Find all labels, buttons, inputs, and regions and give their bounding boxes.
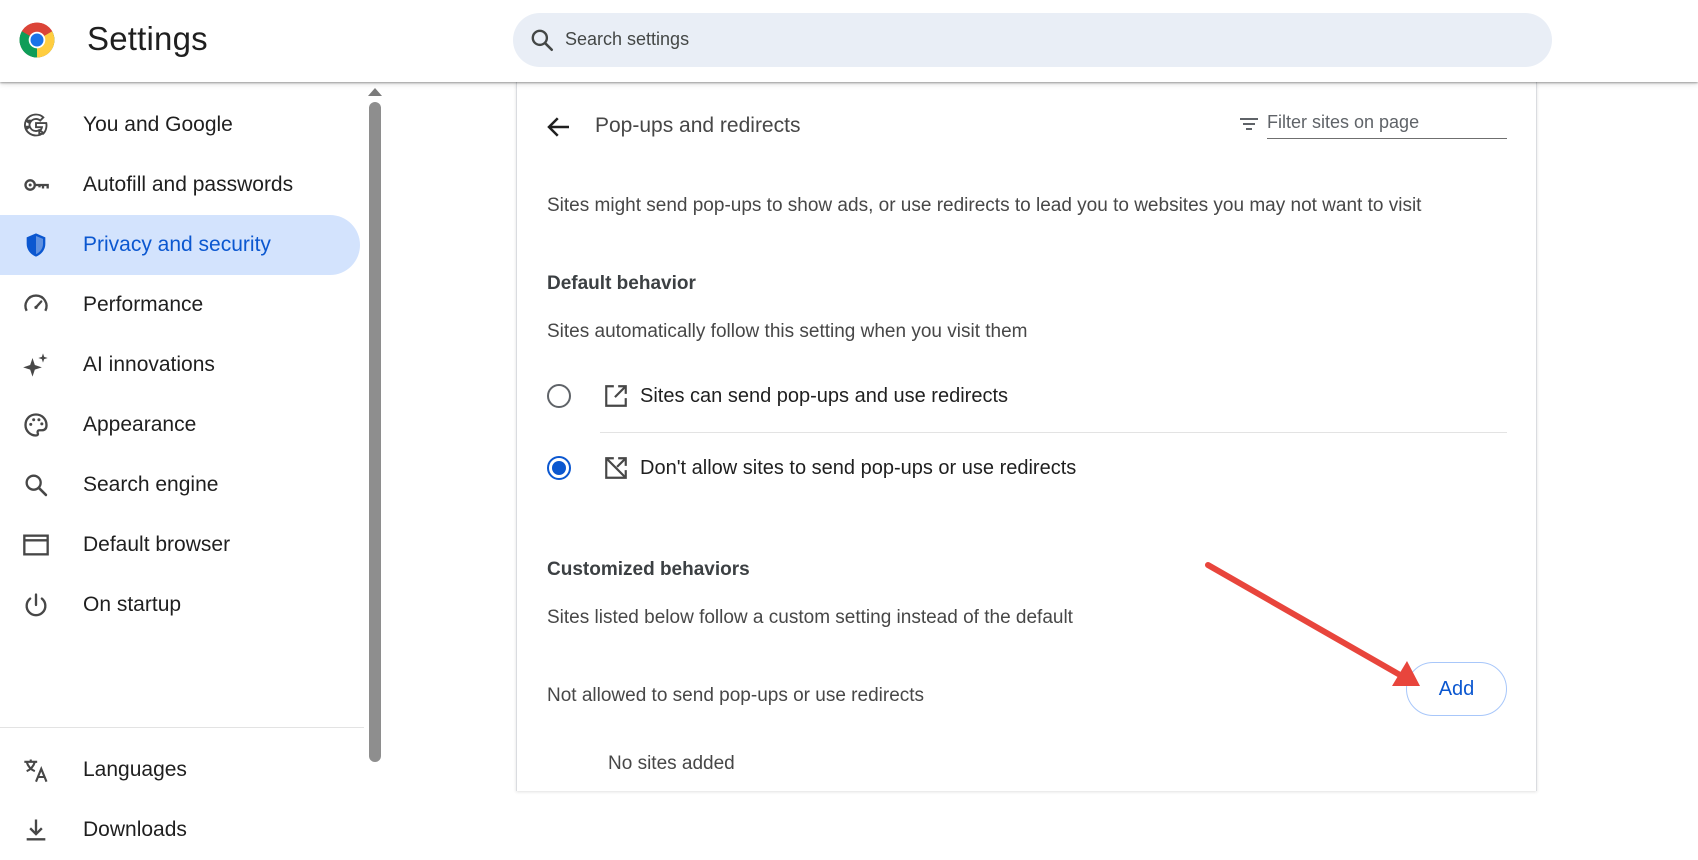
add-site-button[interactable]: Add [1406, 662, 1507, 716]
sidebar-item-label: Languages [83, 758, 187, 781]
sidebar-item-ai-innovations[interactable]: AI innovations [0, 335, 360, 395]
sidebar-item-default-browser[interactable]: Default browser [0, 515, 360, 575]
sidebar-item-label: On startup [83, 593, 182, 616]
sidebar-item-label: Downloads [83, 818, 187, 841]
option-block-label[interactable]: Don't allow sites to send pop-ups or use… [640, 457, 1076, 480]
google-g-icon [23, 113, 48, 137]
filter-icon [1240, 118, 1258, 130]
option-divider [600, 432, 1507, 433]
sidebar-item-label: Performance [83, 293, 204, 316]
filter-placeholder: Filter sites on page [1267, 112, 1420, 132]
option-allow-label[interactable]: Sites can send pop-ups and use redirects [640, 385, 1008, 408]
palette-icon [24, 413, 48, 437]
customized-behaviors-heading: Customized behaviors [547, 559, 750, 580]
pop-ups-settings-card: Pop-ups and redirects Filter sites on pa… [516, 82, 1537, 791]
sidebar-item-autofill[interactable]: Autofill and passwords [0, 155, 360, 215]
scrollbar-thumb[interactable] [369, 102, 381, 762]
sidebar-item-label: Autofill and passwords [83, 173, 294, 196]
translate-icon [24, 759, 48, 783]
sidebar-item-you-and-google[interactable]: You and Google [0, 95, 360, 155]
sparkle-icon [23, 353, 48, 377]
default-behavior-subtext: Sites automatically follow this setting … [547, 321, 1028, 342]
sidebar-item-label: Appearance [83, 413, 197, 436]
sidebar: You and Google Autofill and passwords Pr… [0, 82, 382, 841]
top-bar: Settings Search settings [0, 0, 1698, 82]
sidebar-item-on-startup[interactable]: On startup [0, 575, 360, 635]
default-behavior-heading: Default behavior [547, 273, 696, 294]
not-allowed-list-label: Not allowed to send pop-ups or use redir… [547, 685, 925, 706]
sidebar-item-privacy-and-security[interactable]: Privacy and security [0, 215, 360, 275]
search-icon [25, 474, 48, 497]
page-title: Pop-ups and redirects [595, 114, 801, 137]
empty-list-text: No sites added [608, 753, 735, 774]
sidebar-item-label: Privacy and security [83, 233, 271, 256]
sidebar-scrollbar[interactable] [366, 82, 384, 791]
filter-underline [1267, 138, 1507, 139]
download-icon [26, 819, 46, 841]
power-icon [25, 593, 47, 617]
app-title: Settings [87, 20, 208, 57]
open-in-new-icon [605, 385, 627, 407]
open-in-new-off-icon [605, 457, 627, 479]
sidebar-item-performance[interactable]: Performance [0, 275, 360, 335]
sidebar-item-downloads[interactable]: Downloads [0, 800, 360, 860]
shield-icon [26, 233, 46, 257]
sidebar-item-search-engine[interactable]: Search engine [0, 455, 360, 515]
sidebar-item-label: Default browser [83, 533, 231, 556]
radio-block-popups[interactable] [547, 456, 571, 480]
sidebar-item-label: AI innovations [83, 353, 215, 376]
sidebar-item-label: You and Google [83, 113, 233, 136]
back-arrow-icon[interactable] [544, 112, 574, 142]
radio-allow-popups[interactable] [547, 384, 571, 408]
search-icon [531, 29, 554, 52]
sidebar-item-appearance[interactable]: Appearance [0, 395, 360, 455]
customized-behaviors-subtext: Sites listed below follow a custom setti… [547, 607, 1073, 628]
sidebar-item-label: Search engine [83, 473, 219, 496]
sidebar-item-languages[interactable]: Languages [0, 740, 360, 800]
filter-sites-input[interactable]: Filter sites on page [1237, 108, 1507, 140]
scroll-up-arrow-icon[interactable] [368, 88, 382, 96]
chrome-logo-icon [19, 22, 55, 58]
key-icon [24, 179, 49, 191]
sidebar-divider [0, 727, 364, 728]
speedometer-icon [24, 294, 48, 312]
browser-window-icon [23, 534, 49, 556]
page-description: Sites might send pop-ups to show ads, or… [547, 195, 1422, 216]
search-placeholder: Search settings [565, 29, 690, 49]
search-settings-input[interactable]: Search settings [513, 13, 1552, 67]
